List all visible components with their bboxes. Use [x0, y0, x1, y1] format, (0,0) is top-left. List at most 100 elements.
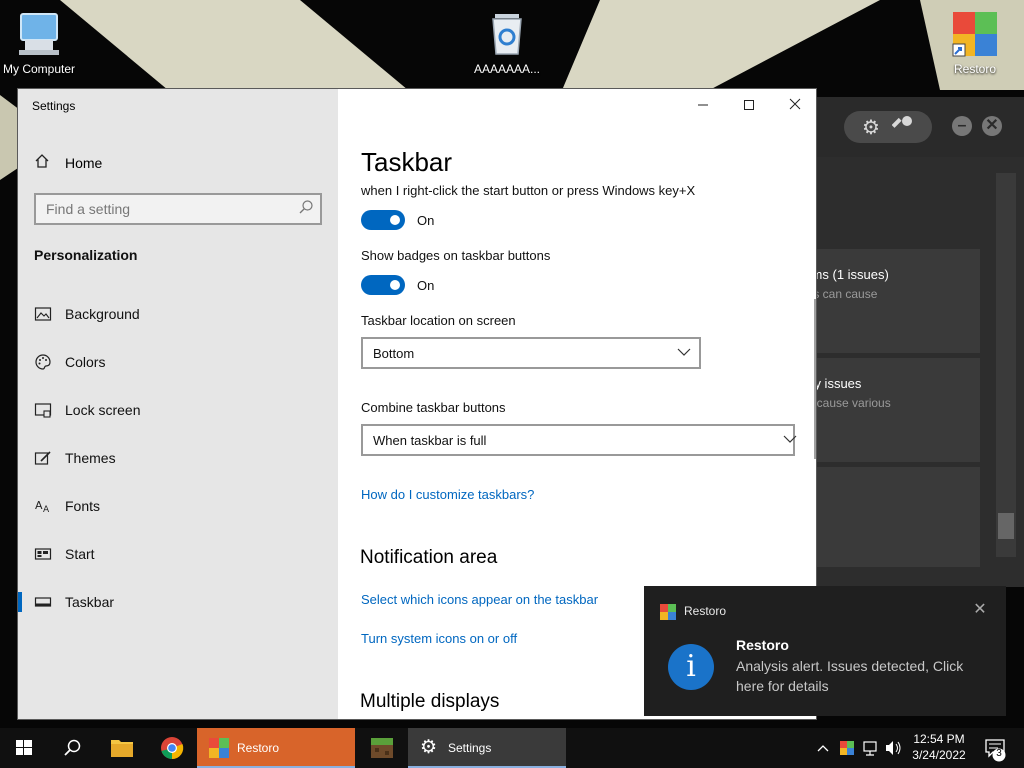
- toast-app-name: Restoro: [684, 604, 727, 618]
- maximize-button[interactable]: [726, 95, 772, 115]
- clock-date: 3/24/2022: [912, 748, 966, 762]
- restoro-icon: [209, 738, 229, 758]
- taskbar-app-settings[interactable]: ⚙ Settings: [408, 728, 566, 768]
- restoro-tray-icon[interactable]: [840, 741, 854, 755]
- section-heading: Personalization: [34, 247, 138, 263]
- minimize-button[interactable]: [680, 95, 726, 115]
- toast-notification[interactable]: Restoro ✕ i Restoro Analysis alert. Issu…: [644, 586, 1006, 716]
- folder-icon: [111, 740, 133, 757]
- chevron-down-icon: [677, 345, 691, 359]
- sidebar-item-label: Fonts: [65, 498, 101, 514]
- badges-setting-label: Show badges on taskbar buttons: [361, 248, 551, 263]
- chrome-button[interactable]: [148, 728, 196, 768]
- chrome-icon: [161, 737, 184, 760]
- palette-icon: [34, 353, 52, 371]
- sidebar-item-start[interactable]: Start: [18, 534, 338, 574]
- system-tray: [810, 728, 906, 768]
- start-button[interactable]: [0, 728, 48, 768]
- action-center-button[interactable]: 3: [978, 728, 1024, 768]
- taskbar-icon: [34, 593, 52, 611]
- restoro-issue-card[interactable]: [800, 467, 980, 567]
- computer-icon: [15, 10, 63, 58]
- search-button[interactable]: [48, 728, 96, 768]
- location-label: Taskbar location on screen: [361, 313, 516, 328]
- restoro-tools-pill[interactable]: ⚙: [844, 111, 932, 143]
- page-title: Taskbar: [361, 147, 453, 177]
- restoro-issue-card[interactable]: stry issues an cause various: [800, 358, 980, 462]
- sidebar-item-lock-screen[interactable]: Lock screen: [18, 390, 338, 430]
- key-icon[interactable]: [891, 114, 914, 142]
- taskbar: Restoro ⚙ Settings 12:54 PM 3/24/2022 3: [0, 728, 1024, 768]
- sidebar-item-themes[interactable]: Themes: [18, 438, 338, 478]
- notification-count-badge: 3: [996, 748, 1002, 759]
- close-icon[interactable]: ✕: [982, 116, 1002, 136]
- select-value: Bottom: [373, 346, 415, 361]
- info-icon: i: [668, 644, 714, 690]
- restoro-topbar: ⚙ – ✕: [800, 97, 1024, 157]
- search-placeholder: Find a setting: [46, 201, 131, 217]
- home-label: Home: [65, 154, 103, 171]
- close-button[interactable]: [772, 95, 816, 115]
- chevron-down-icon: [783, 432, 797, 446]
- restoro-scrollbar[interactable]: [996, 173, 1016, 557]
- network-icon[interactable]: [863, 741, 877, 756]
- restoro-icon: [660, 604, 676, 620]
- search-icon: [298, 199, 314, 217]
- gear-icon: ⚙: [420, 737, 438, 758]
- fonts-icon: AA: [34, 497, 52, 515]
- taskbar-app-label: Restoro: [237, 741, 280, 755]
- window-title: Settings: [32, 99, 76, 113]
- notification-area-heading: Notification area: [360, 547, 498, 568]
- toggle-state-label: On: [417, 278, 435, 293]
- customize-taskbars-link[interactable]: How do I customize taskbars?: [361, 487, 534, 502]
- toast-message: Analysis alert. Issues detected, Click h…: [736, 658, 964, 694]
- minimize-icon[interactable]: –: [952, 116, 972, 136]
- toast-title: Restoro: [736, 637, 789, 653]
- sidebar-item-taskbar[interactable]: Taskbar: [18, 582, 338, 622]
- toggle-knob: [390, 280, 400, 290]
- taskbar-app-restoro[interactable]: Restoro: [197, 728, 355, 768]
- toggle-knob: [390, 215, 400, 225]
- desktop-icon-label: My Computer: [2, 62, 76, 76]
- minecraft-button[interactable]: [358, 728, 406, 768]
- badges-toggle[interactable]: [361, 275, 405, 295]
- combine-buttons-select[interactable]: When taskbar is full: [361, 424, 797, 456]
- desktop-icon-recycle-bin[interactable]: AAAAAAA...: [462, 10, 552, 76]
- themes-icon: [34, 449, 52, 467]
- desktop-icon-restoro[interactable]: Restoro: [930, 10, 1020, 76]
- chevron-up-icon[interactable]: [817, 745, 829, 752]
- search-input[interactable]: Find a setting: [34, 193, 322, 225]
- select-value: When taskbar is full: [373, 433, 487, 448]
- restoro-app-window: ⚙ – ✕ rams (1 issues) ons can cause stry…: [800, 97, 1024, 587]
- clock[interactable]: 12:54 PM 3/24/2022: [906, 731, 972, 763]
- select-icons-link[interactable]: Select which icons appear on the taskbar: [361, 592, 598, 607]
- scrollbar-thumb[interactable]: [998, 513, 1014, 539]
- sidebar-home[interactable]: Home: [34, 153, 102, 172]
- background-icon: [34, 305, 52, 323]
- sidebar-item-background[interactable]: Background: [18, 294, 338, 334]
- file-explorer-button[interactable]: [98, 728, 146, 768]
- restoro-issue-card[interactable]: rams (1 issues) ons can cause: [800, 249, 980, 353]
- sidebar-item-colors[interactable]: Colors: [18, 342, 338, 382]
- lock-screen-icon: [34, 401, 52, 419]
- desktop-icon-label: Restoro: [953, 62, 997, 76]
- multiple-displays-heading: Multiple displays: [360, 691, 500, 712]
- windows-icon: [16, 740, 32, 755]
- gear-icon[interactable]: ⚙: [862, 115, 880, 140]
- clock-time: 12:54 PM: [913, 732, 965, 746]
- sidebar-item-label: Themes: [65, 450, 116, 466]
- sidebar-item-label: Background: [65, 306, 140, 322]
- close-icon[interactable]: ✕: [972, 602, 988, 618]
- system-icons-link[interactable]: Turn system icons on or off: [361, 631, 517, 646]
- content-scrollbar[interactable]: [814, 299, 816, 459]
- svg-text:A: A: [43, 505, 50, 515]
- svg-text:A: A: [35, 499, 43, 512]
- active-indicator: [18, 592, 22, 612]
- sidebar-item-fonts[interactable]: AA Fonts: [18, 486, 338, 526]
- taskbar-location-select[interactable]: Bottom: [361, 337, 701, 369]
- sidebar-item-label: Lock screen: [65, 402, 141, 418]
- powershell-toggle[interactable]: [361, 210, 405, 230]
- desktop-icon-my-computer[interactable]: My Computer: [0, 10, 84, 76]
- sidebar-item-label: Taskbar: [65, 594, 115, 610]
- volume-icon[interactable]: [886, 741, 901, 755]
